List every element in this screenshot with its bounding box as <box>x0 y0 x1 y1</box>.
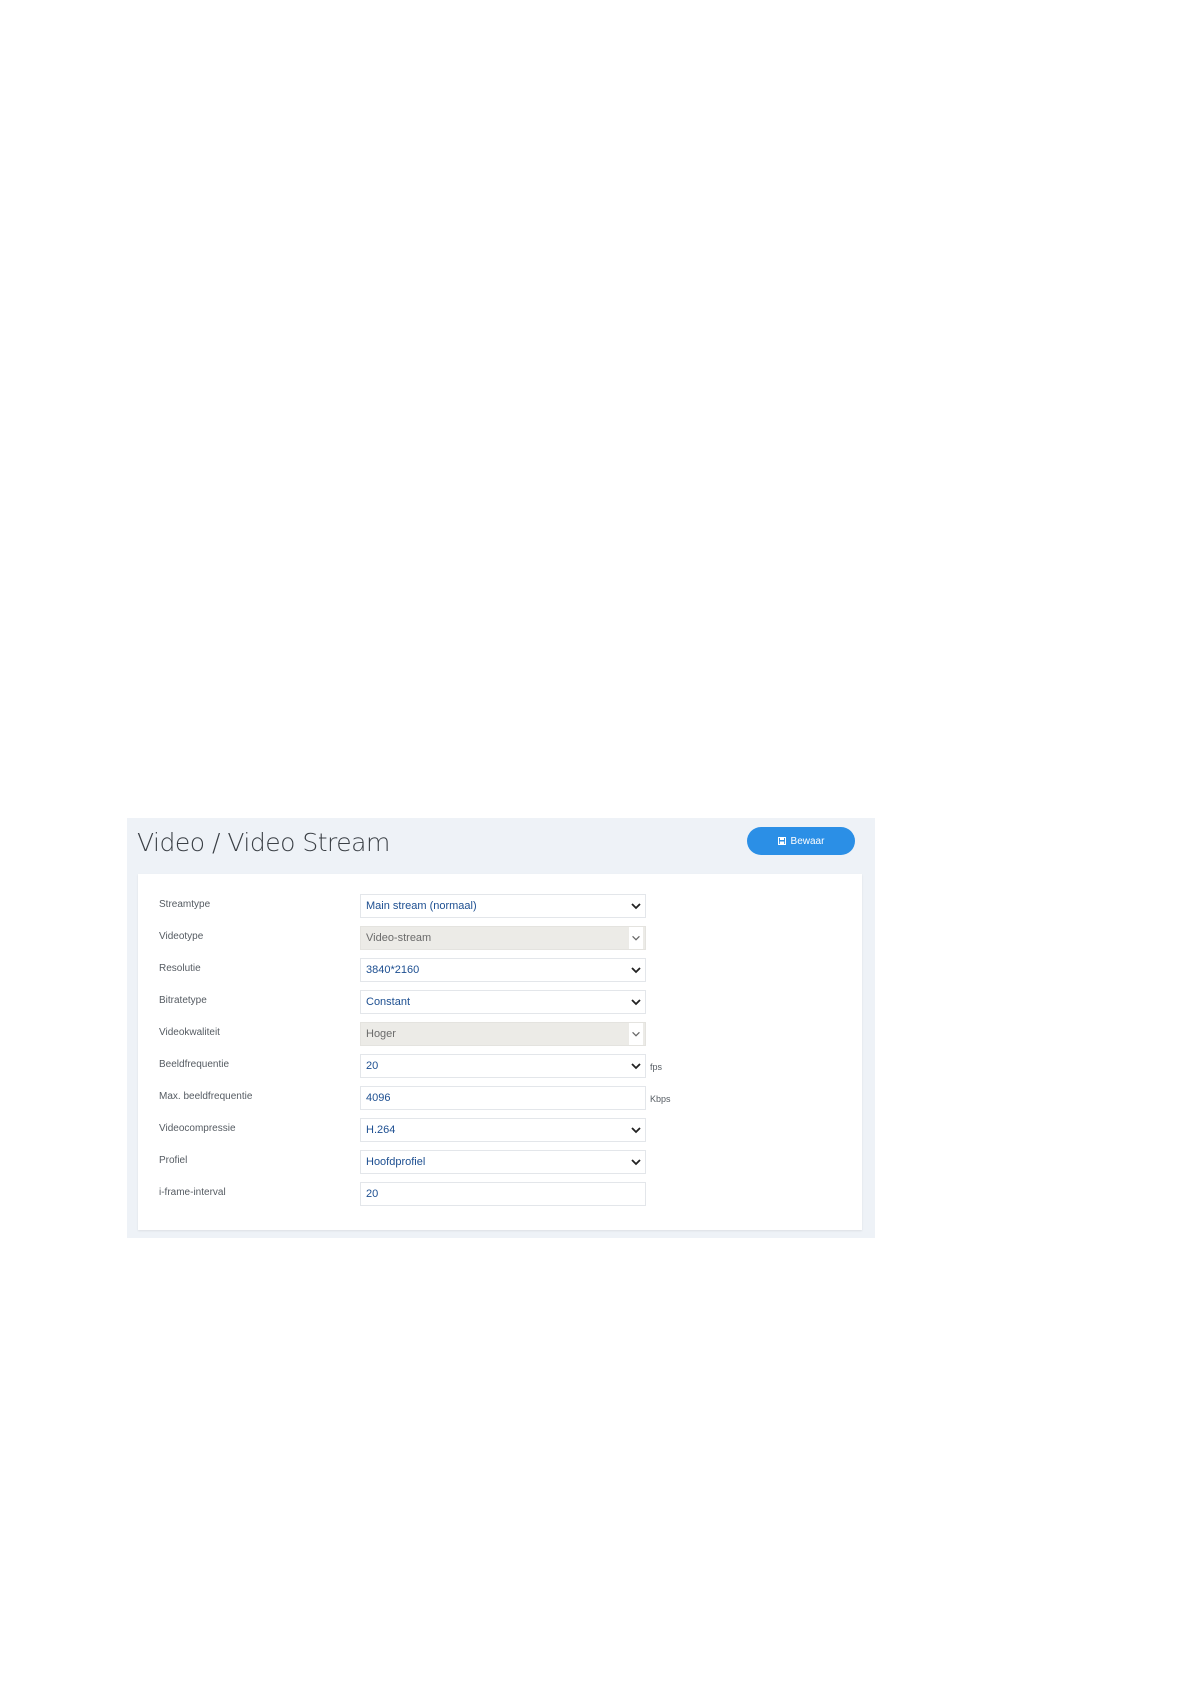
form-row-resolutie: Resolutie 3840*2160 <box>138 958 862 982</box>
streamtype-select[interactable]: Main stream (normaal) <box>360 894 646 918</box>
select-value: Constant <box>366 996 411 1008</box>
select-value: Main stream (normaal) <box>366 900 477 912</box>
form-row-i-frame-interval: i-frame-interval 20 <box>138 1182 862 1206</box>
field-label: Beeldfrequentie <box>159 1059 230 1070</box>
resolutie-select[interactable]: 3840*2160 <box>360 958 646 982</box>
profiel-select[interactable]: Hoofdprofiel <box>360 1150 646 1174</box>
chevron-down-icon <box>629 995 643 1009</box>
chevron-down-icon <box>629 899 643 913</box>
field-label: Resolutie <box>159 963 201 974</box>
chevron-down-icon <box>629 1155 643 1169</box>
unit-label: fps <box>650 1062 663 1072</box>
field-label: Bitratetype <box>159 995 207 1006</box>
form-row-profiel: Profiel Hoofdprofiel <box>138 1150 862 1174</box>
input-value: 20 <box>366 1188 379 1200</box>
chevron-down-icon <box>629 1023 643 1045</box>
select-value: 3840*2160 <box>366 964 420 976</box>
form-row-beeldfrequentie: Beeldfrequentie 20 fps <box>138 1054 862 1078</box>
field-label: Profiel <box>159 1155 188 1166</box>
form-row-streamtype: Streamtype Main stream (normaal) <box>138 894 862 918</box>
input-value: 4096 <box>366 1092 391 1104</box>
select-value: Hoger <box>366 1028 396 1040</box>
page-title: Video / Video Stream <box>137 828 390 857</box>
chevron-down-icon <box>629 1123 643 1137</box>
i-frame-interval-input[interactable]: 20 <box>360 1182 646 1206</box>
chevron-down-icon <box>629 1059 643 1073</box>
chevron-down-icon <box>629 927 643 949</box>
beeldfrequentie-select[interactable]: 20 <box>360 1054 646 1078</box>
unit-label: Kbps <box>650 1094 671 1104</box>
field-label: Videocompressie <box>159 1123 236 1134</box>
select-value: H.264 <box>366 1124 396 1136</box>
form-row-videokwaliteit: Videokwaliteit Hoger <box>138 1022 862 1046</box>
videocompressie-select[interactable]: H.264 <box>360 1118 646 1142</box>
video-stream-panel: Video / Video Stream Bewaar Streamtype M… <box>127 818 875 1238</box>
form-row-max-beeldfrequentie: Max. beeldfrequentie 4096 Kbps <box>138 1086 862 1110</box>
select-value: 20 <box>366 1060 379 1072</box>
field-label: Videokwaliteit <box>159 1027 220 1038</box>
save-button-label: Bewaar <box>790 835 825 847</box>
field-label: Max. beeldfrequentie <box>159 1091 253 1102</box>
form-row-videotype: Videotype Video-stream <box>138 926 862 950</box>
videotype-select: Video-stream <box>360 926 646 950</box>
select-value: Hoofdprofiel <box>366 1156 426 1168</box>
form-row-videocompressie: Videocompressie H.264 <box>138 1118 862 1142</box>
form-row-bitratetype: Bitratetype Constant <box>138 990 862 1014</box>
save-button[interactable]: Bewaar <box>747 827 855 855</box>
field-label: i-frame-interval <box>159 1187 226 1198</box>
max-beeldfrequentie-input[interactable]: 4096 <box>360 1086 646 1110</box>
chevron-down-icon <box>629 963 643 977</box>
settings-form: Streamtype Main stream (normaal) Videoty… <box>138 874 862 1230</box>
bitratetype-select[interactable]: Constant <box>360 990 646 1014</box>
select-value: Video-stream <box>366 932 432 944</box>
field-label: Videotype <box>159 931 204 942</box>
field-label: Streamtype <box>159 899 211 910</box>
floppy-disk-icon <box>777 837 786 845</box>
videokwaliteit-select: Hoger <box>360 1022 646 1046</box>
